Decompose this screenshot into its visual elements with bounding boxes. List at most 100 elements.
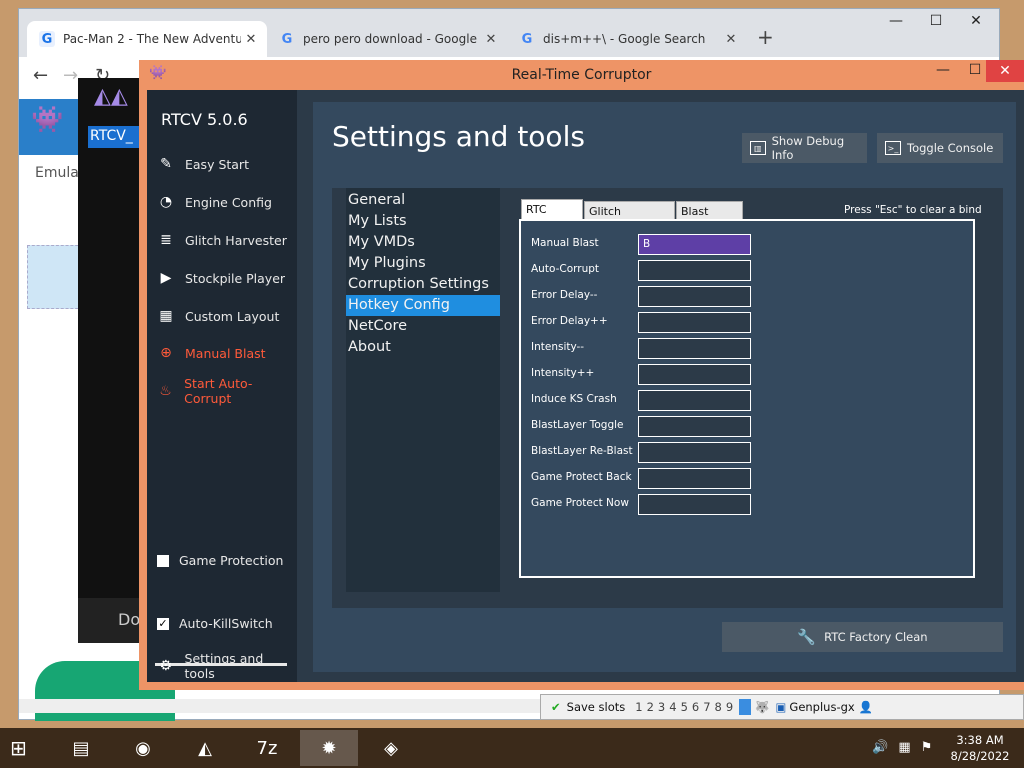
tab-rtc[interactable]: RTC: [521, 199, 583, 220]
hotkey-bind-field[interactable]: [638, 494, 751, 515]
menu-item-hotkey-config[interactable]: Hotkey Config: [346, 295, 500, 316]
sidebar-item-glitch-harvester[interactable]: ≣ Glitch Harvester: [155, 228, 295, 252]
save-slot[interactable]: 4: [669, 700, 676, 714]
tab-title: pero pero download - Google Search: [303, 32, 481, 46]
hotkey-label: Auto-Corrupt: [531, 263, 600, 275]
save-slot[interactable]: 8: [715, 700, 722, 714]
save-slot[interactable]: 7: [703, 700, 710, 714]
hotkey-bind-field[interactable]: [638, 364, 751, 385]
hotkey-row: Game Protect Back: [531, 468, 971, 489]
show-debug-button[interactable]: ▥ Show Debug Info: [742, 133, 867, 163]
minimize-icon[interactable]: —: [879, 13, 913, 29]
rtc-corruptor-icon[interactable]: ✹: [300, 730, 358, 766]
sidebar-item-manual-blast[interactable]: ⊕ Manual Blast: [155, 341, 295, 365]
save-slot[interactable]: 5: [681, 700, 688, 714]
menu-item-about[interactable]: About: [346, 337, 500, 358]
hotkey-bind-field[interactable]: [638, 338, 751, 359]
system-tray: 🔊 ▦ ⚑: [872, 740, 932, 755]
chrome-tab-3[interactable]: G dis+m++\ - Google Search ✕: [507, 21, 747, 57]
sidebar-item-start-auto-corrupt[interactable]: ♨ Start Auto-Corrupt: [155, 376, 295, 406]
hotkey-bind-field[interactable]: [638, 442, 751, 463]
hotkey-row: Error Delay--: [531, 286, 971, 307]
save-slot[interactable]: 1: [635, 700, 642, 714]
network-icon[interactable]: ▦: [898, 740, 910, 755]
factory-clean-button[interactable]: 🔧 RTC Factory Clean: [722, 622, 1003, 652]
menu-item-my-plugins[interactable]: My Plugins: [346, 253, 500, 274]
rtc-launcher-window: ◭◭ RTCV_ Do: [78, 78, 158, 643]
close-icon[interactable]: ✕: [241, 32, 261, 47]
hotkey-label: BlastLayer Toggle: [531, 419, 624, 431]
tab-blast-editor[interactable]: Blast Editor: [676, 201, 743, 231]
core-icon: ▣: [775, 700, 787, 714]
sidebar-item-stockpile-player[interactable]: ▶ Stockpile Player: [155, 266, 295, 290]
sidebar-item-engine-config[interactable]: ◔ Engine Config: [155, 190, 295, 214]
close-icon[interactable]: ✕: [959, 13, 993, 29]
google-icon: G: [521, 31, 533, 47]
back-icon[interactable]: ←: [33, 65, 48, 86]
chrome-icon[interactable]: ◉: [114, 730, 172, 766]
sidebar-item-settings[interactable]: ⚙ Settings and tools: [155, 651, 295, 681]
action-center-icon[interactable]: ⚑: [921, 740, 933, 755]
emulator-icon[interactable]: ◈: [362, 730, 420, 766]
hotkey-list: Manual Blast B Auto-Corrupt Error Delay-…: [519, 219, 975, 578]
windows-start-icon[interactable]: ⊞: [10, 736, 38, 760]
checkbox-label: Game Protection: [179, 553, 284, 568]
chrome-tab-1[interactable]: G Pac-Man 2 - The New Adventures ✕: [27, 21, 267, 57]
auto-killswitch-checkbox[interactable]: ✓ Auto-KillSwitch: [157, 616, 273, 631]
sidebar-item-easy-start[interactable]: ✎ Easy Start: [155, 152, 295, 176]
sidebar-item-label: Custom Layout: [185, 308, 280, 324]
save-slot[interactable]: 3: [658, 700, 665, 714]
hotkey-bind-field[interactable]: [638, 312, 751, 333]
game-protection-checkbox[interactable]: Game Protection: [157, 553, 283, 568]
save-slot[interactable]: 9: [726, 700, 733, 714]
hotkey-bind-field[interactable]: [638, 286, 751, 307]
hotkey-bind-field[interactable]: B: [638, 234, 751, 255]
clock[interactable]: 3:38 AM 8/28/2022: [944, 732, 1016, 764]
emulator-status-bar: ✔ Save slots 1 2 3 4 5 6 7 8 9 🐺 ▣ Genpl…: [540, 694, 1024, 720]
close-icon[interactable]: ✕: [721, 32, 741, 47]
maximize-icon[interactable]: ☐: [919, 13, 953, 29]
rtc-window: 👾 Real-Time Corruptor — ☐ ✕ RTCV 5.0.6 ✎…: [139, 60, 1024, 690]
close-icon[interactable]: ✕: [481, 32, 501, 47]
grid-icon: ▦: [159, 308, 173, 324]
sidebar-item-custom-layout[interactable]: ▦ Custom Layout: [155, 304, 295, 328]
page-image-placeholder: [27, 245, 83, 309]
new-tab-button[interactable]: +: [757, 25, 774, 49]
layers-icon: ≣: [160, 232, 172, 248]
rtc-launcher-icon[interactable]: ◭: [176, 730, 234, 766]
hotkey-label: Manual Blast: [531, 237, 599, 249]
hotkey-bind-field[interactable]: [638, 390, 751, 411]
maximize-icon[interactable]: ☐: [961, 62, 989, 78]
tab-glitch-harvester[interactable]: Glitch Harvester: [584, 201, 675, 231]
fire-icon: ♨: [159, 383, 172, 399]
menu-item-corruption-settings[interactable]: Corruption Settings: [346, 274, 500, 295]
volume-icon[interactable]: 🔊: [872, 740, 888, 755]
menu-item-my-vmds[interactable]: My VMDs: [346, 232, 500, 253]
menu-item-my-lists[interactable]: My Lists: [346, 211, 500, 232]
wolf-icon: 🐺: [755, 700, 770, 714]
clock-date: 8/28/2022: [950, 749, 1010, 763]
menu-item-general[interactable]: General: [346, 190, 500, 211]
rtc-titlebar[interactable]: 👾 Real-Time Corruptor — ☐ ✕: [139, 60, 1024, 90]
hotkey-bind-field[interactable]: [638, 416, 751, 437]
forward-icon[interactable]: →: [63, 65, 78, 86]
toggle-console-button[interactable]: >_ Toggle Console: [877, 133, 1003, 163]
hotkey-bind-field[interactable]: [638, 468, 751, 489]
hotkey-label: Intensity--: [531, 341, 585, 353]
save-slot[interactable]: 6: [692, 700, 699, 714]
pacman-ghost-icon: 👾: [31, 105, 64, 135]
file-explorer-icon[interactable]: ▤: [52, 730, 110, 766]
sidebar: RTCV 5.0.6 ✎ Easy Start ◔ Engine Config …: [147, 90, 297, 682]
minimize-icon[interactable]: —: [929, 62, 957, 78]
chrome-tab-2[interactable]: G pero pero download - Google Search ✕: [267, 21, 507, 57]
page-title: Settings and tools: [332, 120, 585, 153]
console-icon: >_: [885, 141, 901, 155]
save-slots-label: Save slots: [566, 700, 626, 714]
tab-title: Pac-Man 2 - The New Adventures: [63, 32, 241, 46]
menu-item-netcore[interactable]: NetCore: [346, 316, 500, 337]
hotkey-bind-field[interactable]: [638, 260, 751, 281]
close-icon[interactable]: ✕: [986, 60, 1024, 82]
save-slot-selected[interactable]: [739, 699, 752, 715]
save-slot[interactable]: 2: [647, 700, 654, 714]
7zip-icon[interactable]: 7z: [238, 730, 296, 766]
